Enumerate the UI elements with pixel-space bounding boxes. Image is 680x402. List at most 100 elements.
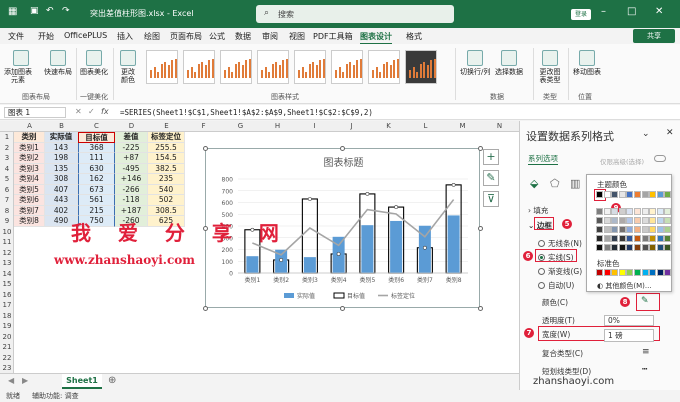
menu-item[interactable]: 格式 <box>406 31 422 42</box>
color-swatch[interactable] <box>618 217 626 224</box>
color-swatch[interactable] <box>649 244 657 251</box>
table-cell[interactable]: 类别1 <box>14 142 45 153</box>
color-swatch[interactable] <box>641 217 649 224</box>
standard-color-swatch[interactable] <box>649 269 657 276</box>
table-cell[interactable]: 382.5 <box>148 163 185 174</box>
table-cell[interactable]: 308.5 <box>148 205 185 216</box>
add-chart-element-button[interactable]: 添加图表元素 <box>4 50 33 84</box>
next-sheet-icon[interactable]: ▶ <box>22 376 28 385</box>
color-swatch[interactable] <box>641 244 649 251</box>
color-swatch[interactable] <box>626 235 634 242</box>
fx-label[interactable]: fx <box>101 107 109 116</box>
color-swatch[interactable] <box>611 226 619 233</box>
menu-item[interactable]: 公式 <box>209 31 225 42</box>
width-input[interactable]: 1 磅 <box>604 329 654 342</box>
chart-elements-button[interactable]: + <box>483 149 499 165</box>
series-options-tab[interactable]: 系列选项 <box>528 153 558 165</box>
quick-layout-button[interactable]: 快速布局 <box>44 50 72 76</box>
row-header[interactable]: 16 <box>0 291 14 299</box>
table-cell[interactable]: 类别4 <box>14 174 45 185</box>
color-swatch[interactable] <box>618 244 626 251</box>
row-header[interactable]: 21 <box>0 343 14 351</box>
color-swatch[interactable] <box>618 226 626 233</box>
name-box[interactable]: 图表 1 <box>4 107 66 118</box>
undo-icon[interactable]: ↶ <box>46 6 54 16</box>
share-button[interactable]: 共享 <box>633 29 675 43</box>
transparency-input[interactable]: 0% <box>604 315 654 326</box>
selection-handle[interactable] <box>451 182 456 187</box>
table-cell[interactable]: 类别2 <box>14 153 45 164</box>
color-swatch[interactable] <box>626 217 634 224</box>
column-header[interactable]: C <box>78 122 115 130</box>
column-header[interactable]: G <box>222 122 259 130</box>
chart-style-thumbnail[interactable] <box>331 50 363 84</box>
row-header[interactable]: 7 <box>0 196 14 204</box>
chart-beautify-button[interactable]: 图表美化 <box>80 50 108 76</box>
color-swatch[interactable] <box>626 208 634 215</box>
column-header[interactable]: A <box>14 122 45 130</box>
column-header[interactable]: E <box>148 122 185 130</box>
color-swatch[interactable] <box>596 226 603 233</box>
row-header[interactable]: 18 <box>0 312 14 320</box>
menu-item[interactable]: OfficePLUS <box>64 31 107 40</box>
table-cell[interactable]: -118 <box>115 195 148 206</box>
no-line-option[interactable]: 无线条(N) <box>538 238 582 249</box>
menu-item[interactable]: 审阅 <box>262 31 278 42</box>
table-cell[interactable]: 类别7 <box>14 205 45 216</box>
redo-icon[interactable]: ↷ <box>62 6 70 16</box>
color-swatch[interactable] <box>656 217 664 224</box>
table-cell[interactable]: -266 <box>115 184 148 195</box>
color-swatch[interactable] <box>656 244 664 251</box>
menu-item[interactable]: 图表设计 <box>360 31 392 45</box>
selection-handle[interactable] <box>365 192 370 196</box>
color-swatch[interactable] <box>649 208 657 215</box>
legend-entry[interactable]: 实际值 <box>297 292 315 300</box>
table-cell[interactable]: -495 <box>115 163 148 174</box>
table-header-cell[interactable]: 实际值 <box>45 132 78 143</box>
menu-item[interactable]: 页面布局 <box>170 31 202 42</box>
chart-style-thumbnail[interactable] <box>368 50 400 84</box>
color-swatch[interactable] <box>603 235 611 242</box>
standard-color-swatch[interactable] <box>626 269 634 276</box>
accessibility-status[interactable]: 辅助功能: 调查 <box>32 391 79 401</box>
row-header[interactable]: 14 <box>0 270 14 278</box>
table-header-cell[interactable]: 目标值 <box>78 132 115 143</box>
color-swatch[interactable] <box>611 217 619 224</box>
color-swatch[interactable] <box>649 226 657 233</box>
table-cell[interactable]: 215 <box>78 205 115 216</box>
chart-filter-icon[interactable]: ⊽ <box>483 191 499 207</box>
table-cell[interactable]: 443 <box>45 195 78 206</box>
table-cell[interactable]: 235 <box>148 174 185 185</box>
column-header[interactable]: H <box>259 122 296 130</box>
table-header-cell[interactable]: 差值 <box>115 132 148 143</box>
standard-color-swatch[interactable] <box>618 269 626 276</box>
actual-bar[interactable] <box>303 257 316 273</box>
color-swatch[interactable] <box>634 191 641 198</box>
search-box[interactable]: ⌕ 搜索 <box>256 5 454 23</box>
standard-color-swatch[interactable] <box>664 269 672 276</box>
color-swatch[interactable] <box>664 191 672 198</box>
change-colors-button[interactable]: 更改颜色 <box>118 50 138 84</box>
chart-resize-handle[interactable] <box>478 226 483 231</box>
column-header[interactable]: M <box>444 122 481 130</box>
color-swatch[interactable] <box>596 244 603 251</box>
selection-handle[interactable] <box>307 197 312 201</box>
color-swatch[interactable] <box>656 226 664 233</box>
chart-style-thumbnail[interactable] <box>220 50 252 84</box>
menu-item[interactable]: PDF工具箱 <box>313 31 353 42</box>
column-header[interactable]: F <box>185 122 222 130</box>
color-swatch[interactable] <box>603 226 611 233</box>
color-swatch[interactable] <box>603 244 611 251</box>
pane-dropdown-icon[interactable]: ⌄ <box>642 129 650 139</box>
color-swatch[interactable] <box>649 217 657 224</box>
color-swatch[interactable] <box>656 191 664 198</box>
chart-resize-handle[interactable] <box>203 146 208 151</box>
color-swatch[interactable] <box>596 235 603 242</box>
row-header[interactable]: 19 <box>0 322 14 330</box>
column-header[interactable]: N <box>481 122 518 130</box>
table-cell[interactable]: 类别3 <box>14 163 45 174</box>
selection-handle[interactable] <box>279 258 284 262</box>
login-button[interactable]: 登录 <box>571 9 591 20</box>
table-cell[interactable]: 198 <box>45 153 78 164</box>
actual-bar[interactable] <box>361 225 374 273</box>
